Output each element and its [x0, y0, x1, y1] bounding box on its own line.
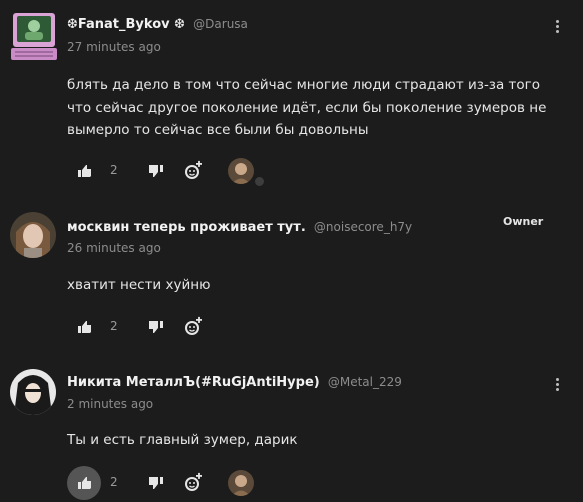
avatar[interactable] [10, 369, 56, 415]
like-button[interactable] [67, 312, 101, 342]
comment-header: москвин теперь проживает тут. @noisecore… [67, 220, 412, 235]
like-count: 2 [110, 319, 118, 333]
reply-status-dot [254, 176, 265, 187]
like-count: 2 [110, 475, 118, 489]
more-vertical-icon[interactable] [549, 376, 565, 396]
reply-button[interactable] [177, 156, 211, 186]
author-name[interactable]: москвин теперь проживает тут. [67, 220, 306, 235]
timestamp[interactable]: 26 minutes ago [67, 241, 161, 255]
comment-text: Ты и есть главный зумер, дарик [67, 432, 298, 448]
thumbs-down-icon [149, 321, 163, 333]
author-name[interactable]: Никита МеталлЪ(#RuGjAntiHype) [67, 375, 320, 390]
like-button[interactable] [67, 468, 101, 498]
comment-actions: 2 [67, 156, 287, 187]
dislike-button[interactable] [139, 156, 173, 186]
dislike-button[interactable] [139, 468, 173, 498]
avatar[interactable] [10, 212, 56, 258]
avatar[interactable] [9, 11, 59, 63]
comment-actions: 2 [67, 312, 287, 342]
add-reaction-icon [185, 160, 202, 179]
author-handle[interactable]: @Darusa [193, 17, 248, 31]
timestamp[interactable]: 2 minutes ago [67, 397, 153, 411]
comment-header: Никита МеталлЪ(#RuGjAntiHype) @Metal_229 [67, 375, 402, 390]
thumbs-down-icon [149, 477, 163, 489]
more-vertical-icon[interactable] [549, 18, 565, 38]
add-reaction-icon [185, 472, 202, 491]
comment-header: ❆Fanat_Bykov ❆ @Darusa [67, 17, 248, 32]
dislike-button[interactable] [139, 312, 173, 342]
author-name[interactable]: ❆Fanat_Bykov ❆ [67, 17, 185, 32]
thumbs-down-icon [149, 165, 163, 177]
reply-avatar[interactable] [228, 470, 254, 496]
reply-button[interactable] [177, 468, 211, 498]
reply-avatar[interactable] [228, 158, 254, 184]
like-button[interactable] [67, 156, 101, 186]
thumbs-up-icon [78, 477, 91, 489]
thumbs-up-icon [78, 321, 91, 333]
like-count: 2 [110, 163, 118, 177]
comment-actions: 2 [67, 466, 287, 500]
comment-text: хватит нести хуйню [67, 277, 211, 293]
comment-text: блять да дело в том что сейчас многие лю… [67, 77, 547, 138]
timestamp[interactable]: 27 minutes ago [67, 40, 161, 54]
owner-badge: Owner [503, 215, 544, 228]
author-handle[interactable]: @noisecore_h7y [314, 220, 412, 234]
thumbs-up-icon [78, 165, 91, 177]
author-handle[interactable]: @Metal_229 [328, 375, 402, 389]
add-reaction-icon [185, 316, 202, 335]
reply-button[interactable] [177, 312, 211, 342]
